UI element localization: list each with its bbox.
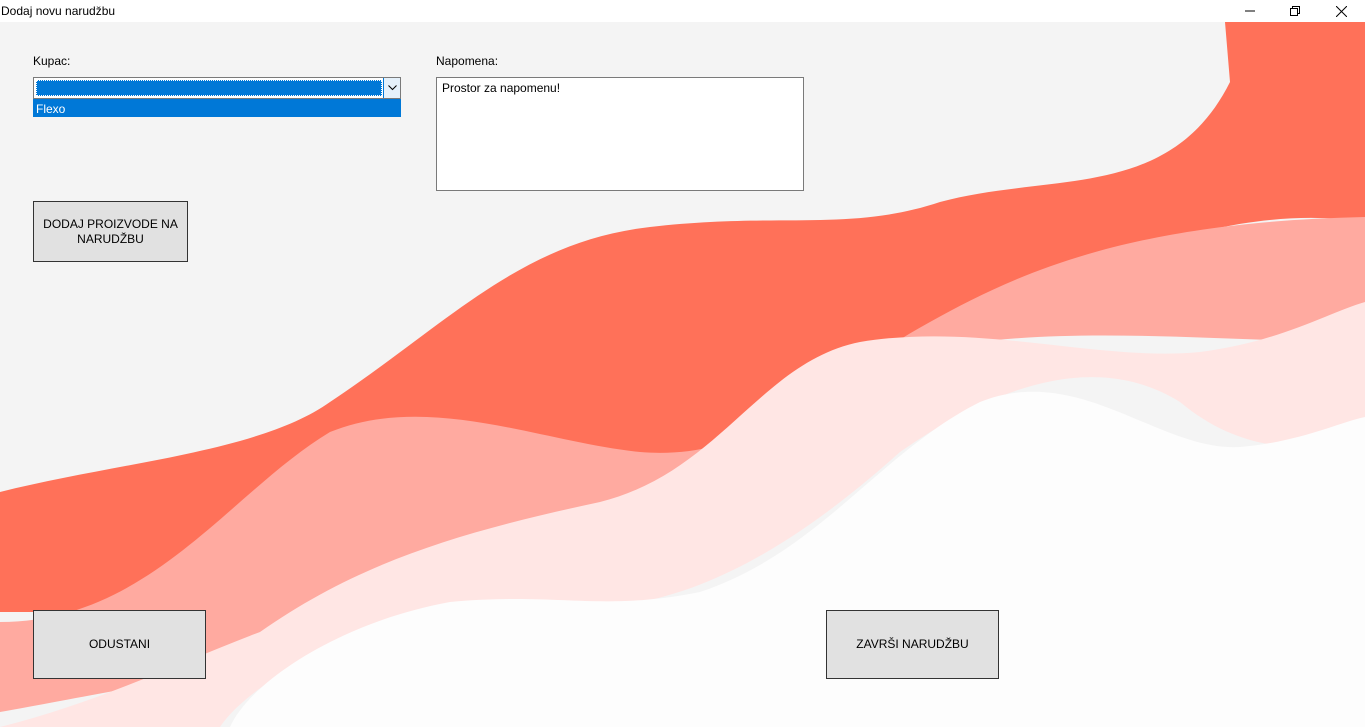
customer-label: Kupac: (33, 54, 71, 68)
window-title: Dodaj novu narudžbu (1, 4, 116, 18)
restore-icon (1290, 6, 1300, 16)
close-icon (1335, 5, 1347, 17)
minimize-button[interactable] (1227, 0, 1273, 22)
customer-dropdown-list: Flexo (33, 99, 401, 117)
finish-order-button[interactable]: ZAVRŠI NARUDŽBU (826, 610, 999, 679)
note-textarea[interactable]: Prostor za napomenu! (436, 77, 804, 191)
customer-combobox[interactable] (33, 77, 401, 99)
form-client-area: Kupac: Flexo Napomena: Prostor za napome… (0, 22, 1365, 727)
minimize-icon (1245, 10, 1255, 12)
customer-selected-value (36, 80, 382, 96)
title-bar: Dodaj novu narudžbu (0, 0, 1365, 22)
combobox-dropdown-button[interactable] (383, 78, 400, 98)
cancel-button[interactable]: ODUSTANI (33, 610, 206, 679)
close-button[interactable] (1318, 0, 1364, 22)
restore-button[interactable] (1272, 0, 1318, 22)
chevron-down-icon (387, 85, 397, 91)
add-products-button[interactable]: DODAJ PROIZVODE NA NARUDŽBU (33, 201, 188, 262)
note-label: Napomena: (436, 54, 499, 68)
customer-option[interactable]: Flexo (36, 102, 65, 116)
